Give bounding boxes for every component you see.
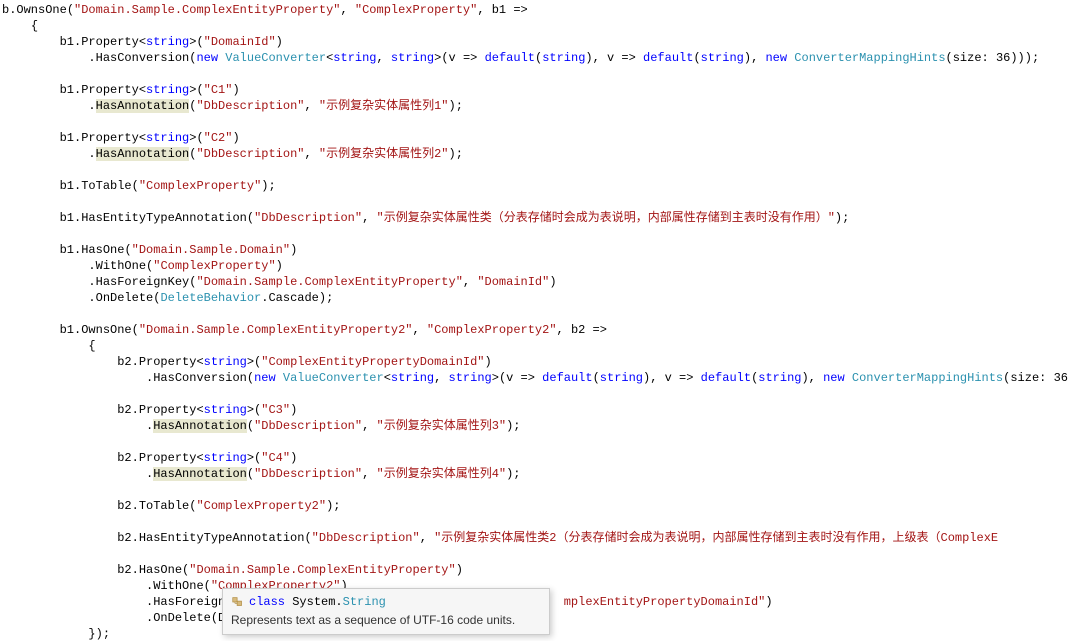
highlighted-reference: HasAnnotation [153,419,247,433]
code-editor[interactable]: b.OwnsOne("Domain.Sample.ComplexEntityPr… [0,0,1068,641]
highlighted-reference: HasAnnotation [96,99,190,113]
tooltip-signature: class System.String [249,593,386,610]
highlighted-reference: HasAnnotation [96,147,190,161]
quickinfo-tooltip: class System.String Represents text as a… [222,588,550,635]
class-icon [231,595,245,609]
highlighted-reference: HasAnnotation [153,467,247,481]
tooltip-description: Represents text as a sequence of UTF-16 … [231,612,541,628]
